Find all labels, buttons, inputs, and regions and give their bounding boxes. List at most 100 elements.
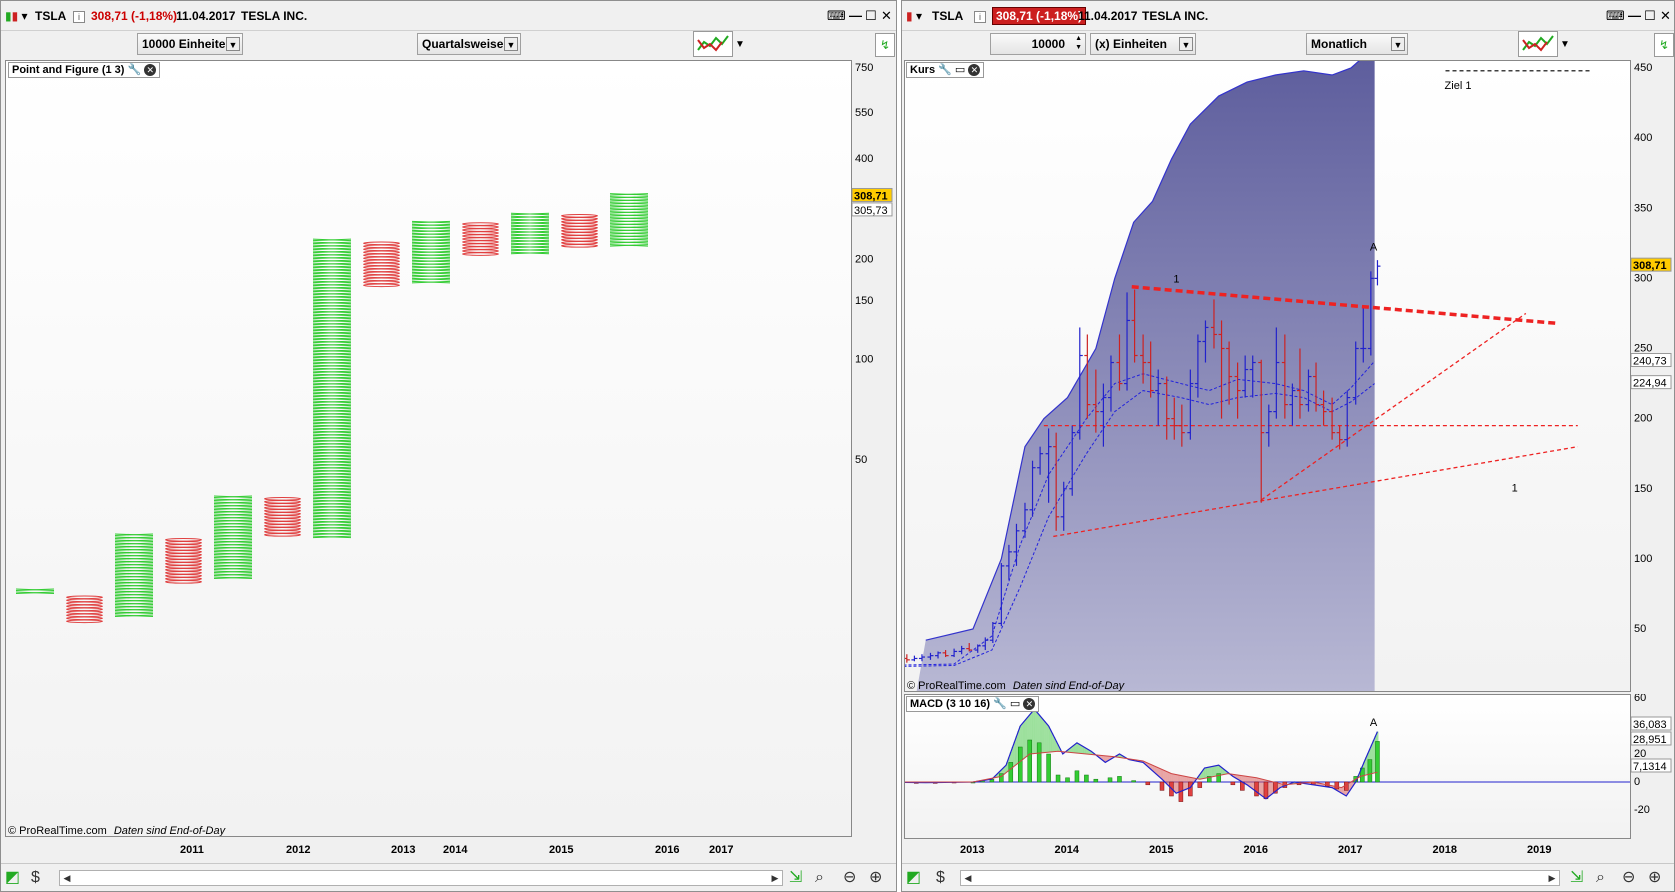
right-titlebar: ▮ ▾ TSLA i 308,71 (-1,18%) 11.04.2017 TE… — [902, 1, 1674, 31]
close-indicator-icon[interactable]: ✕ — [968, 64, 981, 76]
close-indicator-icon[interactable]: ✕ — [144, 64, 157, 76]
period-dropdown[interactable]: Monatlich ▼ — [1306, 33, 1408, 55]
pf-x-tick-label: 2017 — [709, 844, 733, 856]
zoom-in-icon[interactable]: ⊕ — [869, 868, 882, 888]
zoom-in-icon[interactable]: ⊕ — [1648, 868, 1661, 888]
window-icon[interactable]: ▭ — [955, 64, 965, 76]
macd-histogram-bar — [1197, 781, 1203, 788]
horizontal-scrollbar[interactable]: ◀ ▶ — [59, 870, 783, 886]
close-icon[interactable]: ✕ — [1660, 8, 1671, 24]
scroll-right-icon[interactable]: ▶ — [768, 871, 782, 885]
macd-histogram-bar — [1008, 762, 1014, 783]
date-label: 11.04.2017 — [1078, 9, 1138, 23]
indicator-menu-chevron-icon[interactable]: ▼ — [735, 39, 745, 50]
compare-icon[interactable]: $ — [936, 868, 945, 888]
pf-x-column — [15, 588, 55, 595]
info-icon[interactable]: i — [73, 9, 85, 23]
candlestick-icon[interactable]: ▮ ▾ — [906, 9, 922, 23]
keyboard-icon[interactable]: ⌨ — [1606, 8, 1625, 24]
symbol-label[interactable]: TSLA — [35, 9, 66, 23]
zoom-out-icon[interactable]: ⊖ — [1622, 868, 1635, 888]
stepper-icon[interactable]: ▲ ▼ — [1075, 34, 1082, 52]
pf-o-mark — [462, 249, 499, 253]
macd-y-tick-label: 20 — [1634, 748, 1646, 760]
price-x-tick-label: 2018 — [1433, 844, 1457, 856]
price-label: 224,94 — [1633, 378, 1667, 390]
price-y-tick-label: 300 — [1634, 272, 1652, 284]
pf-o-mark — [462, 243, 499, 247]
candlestick-icon[interactable]: ▮▮ ▾ — [5, 9, 28, 23]
macd-value-label: 28,951 — [1633, 734, 1667, 746]
minimize-icon[interactable]: — — [1628, 8, 1641, 23]
pf-o-mark — [264, 515, 301, 519]
macd-chart-label: MACD (3 10 16) 🔧 ▭ ✕ — [906, 696, 1040, 712]
pf-x-tick-label: 2016 — [655, 844, 679, 856]
pf-o-mark — [264, 503, 301, 507]
indicator-menu-button[interactable] — [693, 31, 733, 57]
pf-o-mark — [165, 568, 202, 572]
pf-y-tick-label: 200 — [855, 253, 873, 265]
watermark: © ProRealTime.com Daten sind End-of-Day — [907, 680, 1124, 691]
macd-histogram-bar — [1131, 780, 1136, 783]
pf-chart-area[interactable]: Point and Figure (1 3) 🔧 ✕ © ProRealTime… — [5, 60, 852, 837]
horizontal-scrollbar[interactable]: ◀ ▶ — [960, 870, 1560, 886]
units-dropdown-label: (x) Einheiten — [1095, 37, 1168, 51]
tools-icon[interactable]: ↯ — [1654, 33, 1674, 57]
macd-histogram-bar — [1117, 776, 1122, 783]
scroll-left-icon[interactable]: ◀ — [60, 871, 74, 885]
units-input[interactable]: 10000 ▲ ▼ — [990, 33, 1086, 55]
maximize-icon[interactable]: ☐ — [865, 8, 877, 24]
compare-icon[interactable]: $ — [31, 868, 40, 888]
maximize-icon[interactable]: ☐ — [1644, 8, 1656, 24]
pf-o-mark — [561, 232, 598, 236]
chart-type-icon[interactable]: ◩ — [906, 868, 921, 888]
pf-x-tick-label: 2011 — [180, 844, 204, 856]
pf-o-mark — [363, 274, 400, 279]
zoom-area-icon[interactable]: ⌕ — [815, 868, 824, 888]
wrench-icon[interactable]: 🔧 — [128, 64, 142, 76]
period-dropdown[interactable]: Quartalsweise ▼ — [417, 33, 521, 55]
scroll-left-icon[interactable]: ◀ — [961, 871, 975, 885]
symbol-label[interactable]: TSLA — [932, 9, 963, 23]
price-x-tick-label: 2014 — [1055, 844, 1080, 856]
zoom-area-icon[interactable]: ⌕ — [1596, 868, 1605, 888]
date-label: 11.04.2017 — [176, 9, 236, 23]
pf-y-tick-label: 50 — [855, 454, 867, 466]
macd-histogram-bar — [1093, 778, 1099, 783]
indicator-menu-button[interactable] — [1518, 31, 1558, 57]
keyboard-icon[interactable]: ⌨ — [827, 8, 846, 24]
auto-scale-icon[interactable]: ⇲ — [789, 868, 802, 888]
pf-o-mark — [561, 214, 598, 218]
pf-y-tick-label: 100 — [855, 354, 873, 366]
pf-o-mark — [264, 506, 301, 510]
chart-type-icon[interactable]: ◩ — [5, 868, 20, 888]
indicator-menu-chevron-icon[interactable]: ▼ — [1560, 39, 1570, 50]
pf-o-mark — [165, 547, 202, 551]
pf-o-mark — [363, 247, 400, 252]
annotation-a: A — [1370, 241, 1378, 253]
wrench-icon[interactable]: 🔧 — [938, 64, 952, 76]
scroll-right-icon[interactable]: ▶ — [1545, 871, 1559, 885]
zoom-out-icon[interactable]: ⊖ — [843, 868, 856, 888]
ohlc-bar — [1374, 260, 1381, 286]
pf-o-mark — [66, 610, 103, 615]
tools-icon[interactable]: ↯ — [875, 33, 895, 57]
macd-histogram-bar — [1334, 781, 1340, 790]
macd-histogram-bar — [1055, 774, 1061, 783]
pf-o-mark — [561, 238, 598, 242]
pf-o-mark — [462, 234, 499, 238]
close-icon[interactable]: ✕ — [881, 8, 892, 24]
units-dropdown[interactable]: (x) Einheiten ▼ — [1090, 33, 1196, 55]
auto-scale-icon[interactable]: ⇲ — [1570, 868, 1583, 888]
close-indicator-icon[interactable]: ✕ — [1023, 698, 1036, 710]
minimize-icon[interactable]: — — [849, 8, 862, 23]
units-dropdown[interactable]: 10000 Einheiten ▼ — [137, 33, 243, 55]
macd-chart-area[interactable]: A MACD (3 10 16) 🔧 ▭ ✕ — [904, 694, 1631, 839]
macd-histogram-bar — [1375, 741, 1380, 783]
info-icon[interactable]: i — [974, 9, 986, 23]
price-chart-area[interactable]: Ziel 1 A 1 1 Kurs 🔧 ▭ ✕ © ProRealTime.com D… — [904, 60, 1631, 692]
pf-y-tick-label: 150 — [855, 295, 873, 307]
window-icon[interactable]: ▭ — [1010, 698, 1020, 710]
pf-o-mark — [462, 225, 499, 229]
wrench-icon[interactable]: 🔧 — [993, 698, 1007, 710]
